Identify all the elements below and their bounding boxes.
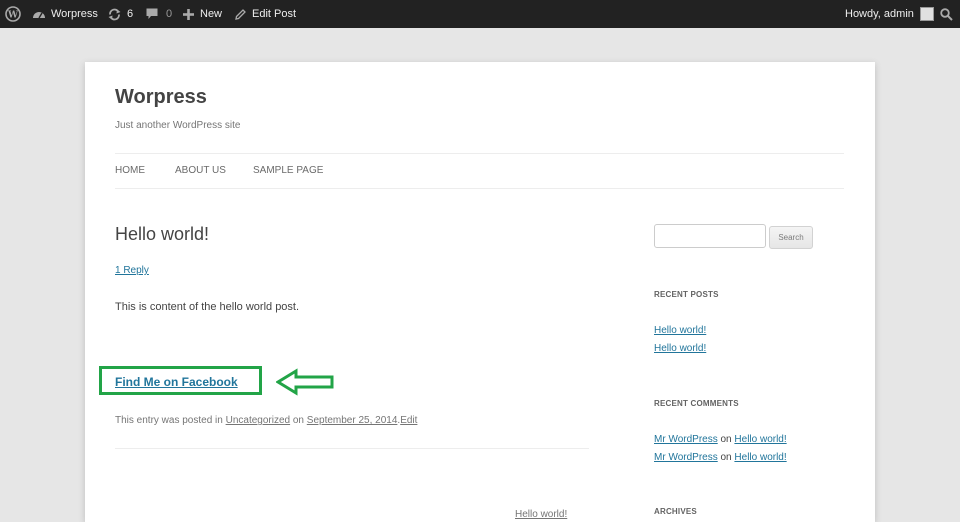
site-name-label: Worpress	[51, 8, 98, 20]
archives-title: ARCHIVES	[654, 507, 697, 516]
page-container: Worpress Just another WordPress site HOM…	[85, 62, 875, 522]
left-arrow-icon	[275, 368, 336, 401]
main-navigation: HOME ABOUT US SAMPLE PAGE	[115, 153, 844, 189]
next-post-link[interactable]: Hello world!	[515, 509, 567, 520]
comment-on-text: on	[720, 434, 732, 445]
recent-post-link[interactable]: Hello world!	[654, 325, 706, 336]
facebook-link[interactable]: Find Me on Facebook	[115, 375, 238, 389]
edit-post-link[interactable]: Edit Post	[235, 0, 296, 28]
svg-text:W: W	[7, 11, 19, 21]
recent-comment-item: Mr WordPress on Hello world!	[654, 434, 787, 445]
comment-post-link[interactable]: Hello world!	[734, 434, 786, 445]
new-label: New	[200, 8, 223, 20]
search-button[interactable]: Search	[769, 226, 813, 249]
search-icon[interactable]	[940, 0, 953, 28]
entry-meta: This entry was posted in Uncategorized o…	[115, 415, 417, 426]
updates-icon	[108, 8, 121, 21]
comment-post-link[interactable]: Hello world!	[734, 452, 786, 463]
nav-item-sample-page[interactable]: SAMPLE PAGE	[253, 165, 323, 176]
edit-link[interactable]: Edit	[400, 415, 417, 426]
post-divider	[115, 448, 589, 449]
comment-author-link[interactable]: Mr WordPress	[654, 452, 718, 463]
admin-bar: W Worpress 6 0 New Edit Post Howdy, admi…	[0, 0, 960, 28]
new-content-menu[interactable]: New	[183, 0, 222, 28]
pencil-icon	[235, 8, 246, 20]
greeting-label: Howdy, admin	[845, 8, 914, 20]
wordpress-logo-icon[interactable]: W	[5, 0, 21, 28]
nav-item-home[interactable]: HOME	[115, 165, 145, 176]
post-title: Hello world!	[115, 224, 210, 244]
search-input[interactable]	[654, 224, 766, 248]
updates-menu[interactable]: 6	[108, 0, 133, 28]
site-tagline: Just another WordPress site	[115, 120, 241, 131]
recent-post-link[interactable]: Hello world!	[654, 343, 706, 354]
comments-count: 0	[166, 8, 173, 20]
category-link[interactable]: Uncategorized	[226, 415, 290, 426]
reply-link[interactable]: 1 Reply	[115, 265, 149, 276]
updates-count: 6	[127, 8, 134, 20]
comment-on-text: on	[720, 452, 732, 463]
post-date-link[interactable]: September 25, 2014	[307, 415, 398, 426]
comment-icon	[146, 8, 158, 20]
comments-menu[interactable]: 0	[146, 0, 172, 28]
recent-comment-item: Mr WordPress on Hello world!	[654, 452, 787, 463]
nav-item-about-us[interactable]: ABOUT US	[175, 165, 226, 176]
plus-icon	[183, 8, 194, 20]
post-content: This is content of the hello world post.	[115, 301, 300, 313]
meta-on: on	[292, 415, 304, 426]
dashboard-icon	[32, 8, 46, 20]
edit-post-label: Edit Post	[252, 8, 297, 20]
comment-author-link[interactable]: Mr WordPress	[654, 434, 718, 445]
meta-prefix: This entry was posted in	[115, 415, 223, 426]
avatar	[919, 7, 934, 21]
my-account-menu[interactable]: Howdy, admin	[845, 0, 934, 28]
recent-posts-title: RECENT POSTS	[654, 290, 719, 299]
site-title[interactable]: Worpress	[115, 86, 207, 109]
recent-comments-title: RECENT COMMENTS	[654, 399, 739, 408]
site-name-menu[interactable]: Worpress	[32, 0, 98, 28]
